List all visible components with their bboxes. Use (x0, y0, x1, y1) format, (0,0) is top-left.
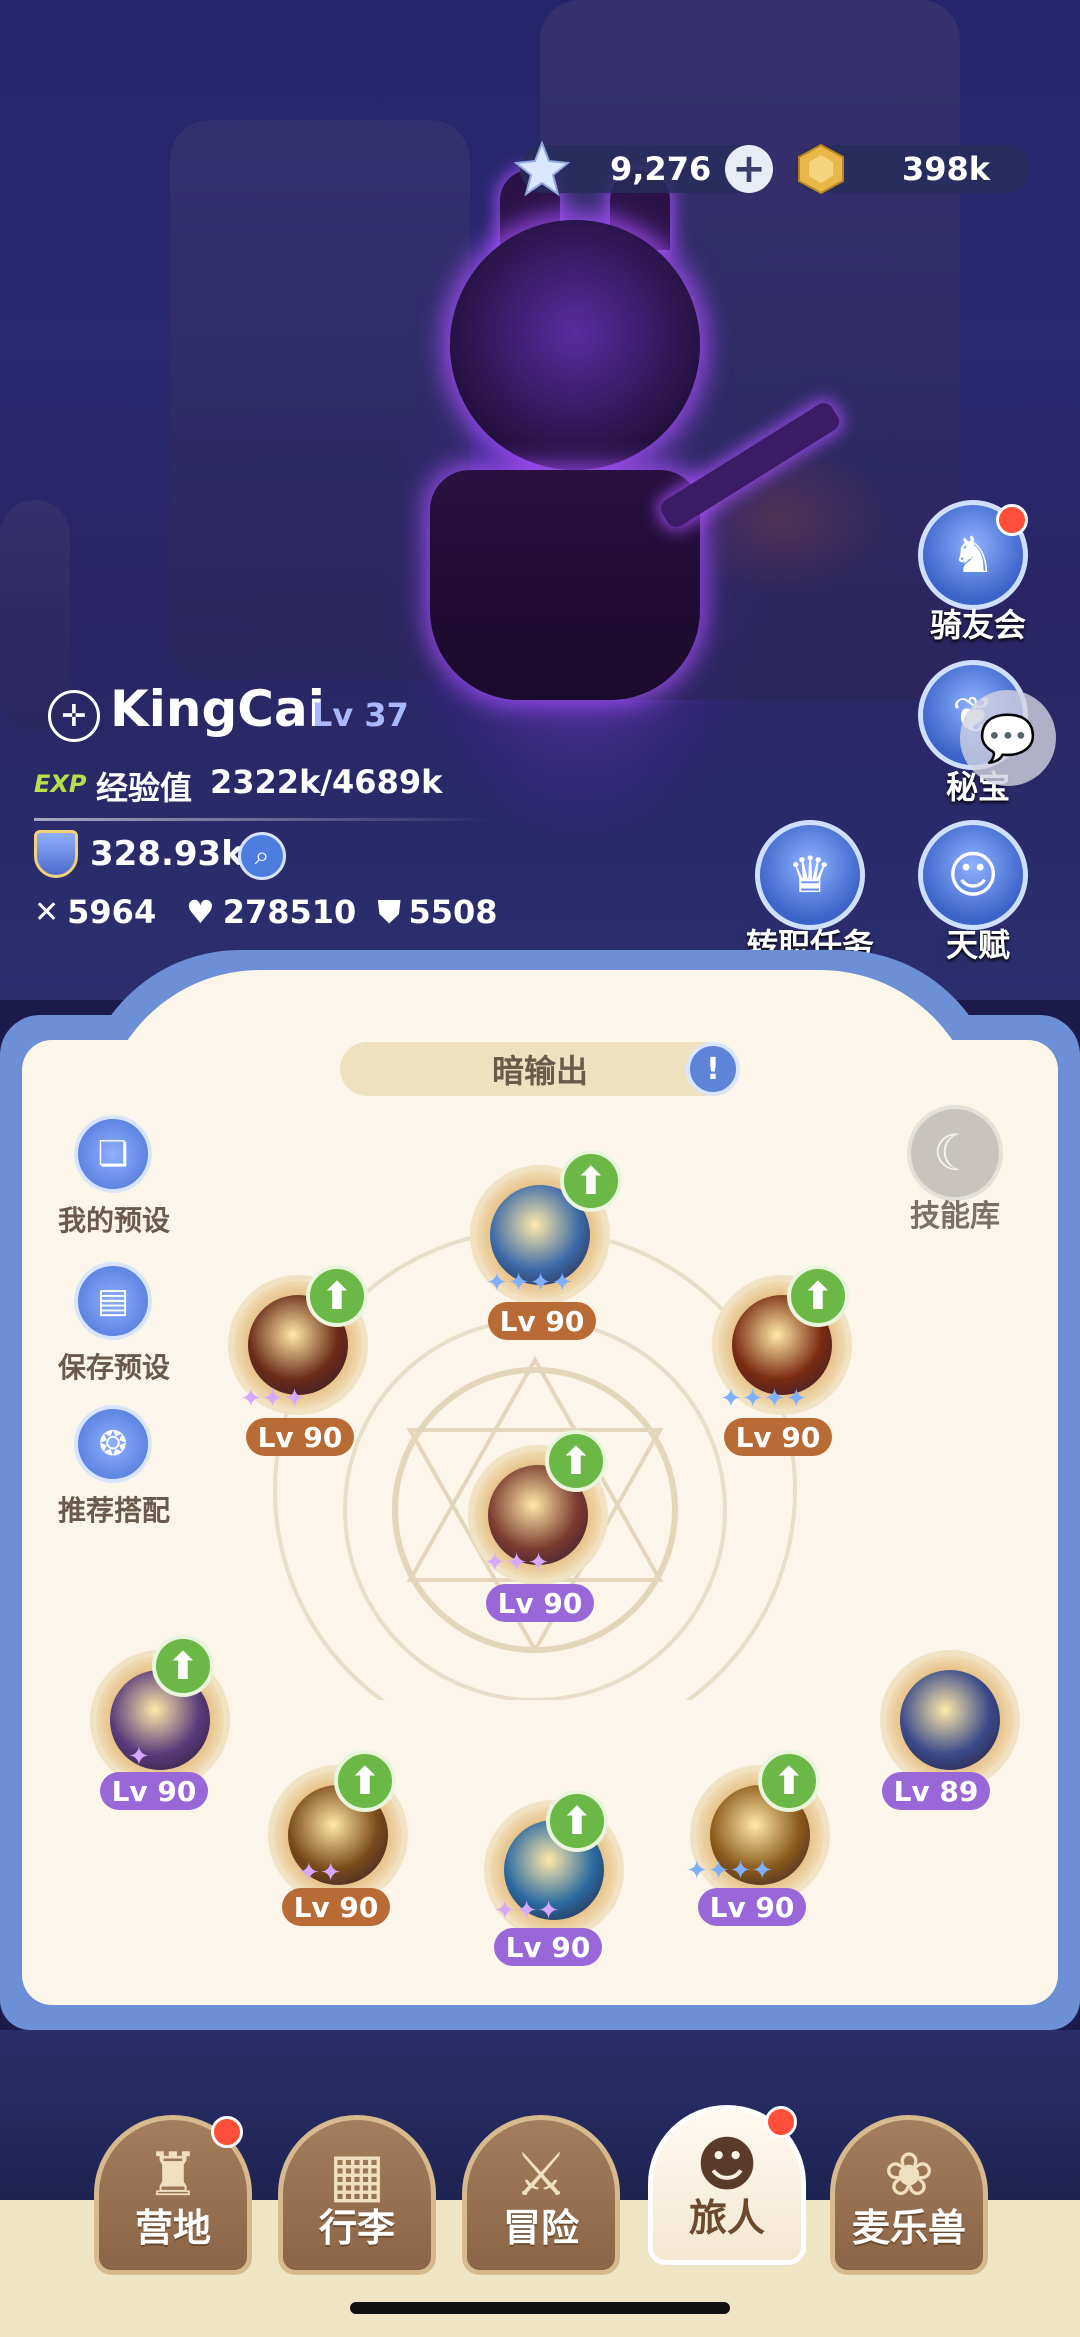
notification-dot (211, 2116, 243, 2148)
nav-tab-label: 行李 (318, 2206, 395, 2250)
nav-tab[interactable]: ▦ 行李 (278, 2115, 436, 2275)
nav-tab[interactable]: ⚔ 冒险 (462, 2115, 620, 2275)
bottom-nav: ♜ 营地 ▦ 行李 ⚔ 冒险 ☻ 旅人 ❀ 麦乐兽 (0, 0, 1080, 2337)
home-indicator (350, 2302, 730, 2314)
notification-dot (765, 2106, 797, 2138)
nav-tab[interactable]: ❀ 麦乐兽 (830, 2115, 988, 2275)
nav-tab-label: 冒险 (502, 2206, 579, 2250)
nav-tab-label: 营地 (134, 2206, 211, 2250)
nav-tab[interactable]: ♜ 营地 (94, 2115, 252, 2275)
nav-tab-label: 旅人 (688, 2196, 765, 2240)
nav-tab-label: 麦乐兽 (851, 2206, 966, 2250)
nav-tab[interactable]: ☻ 旅人 (648, 2105, 806, 2265)
